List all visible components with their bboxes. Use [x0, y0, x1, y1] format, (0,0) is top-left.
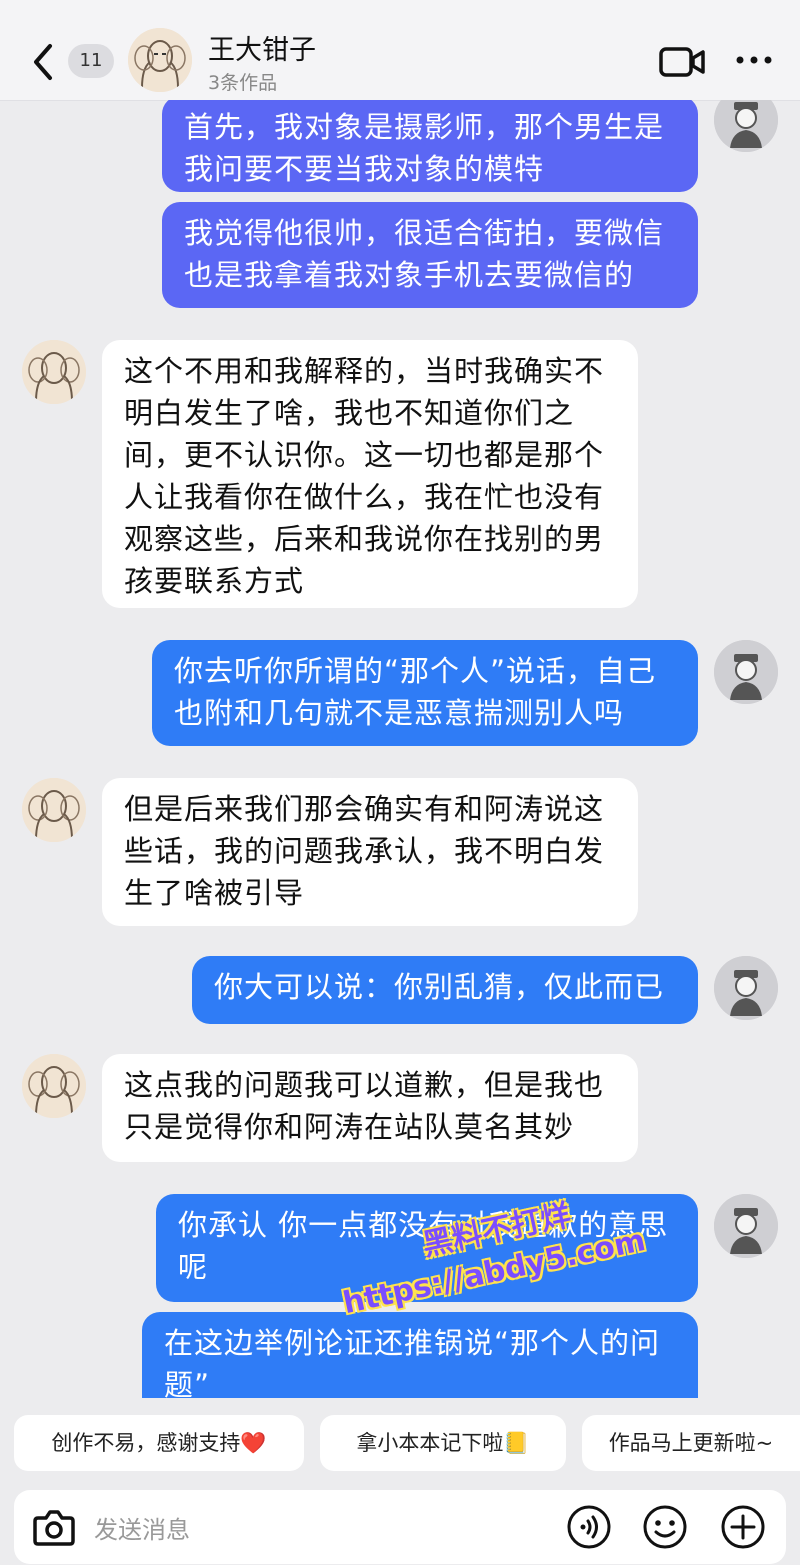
sketch-avatar-icon	[22, 1054, 86, 1118]
message-list[interactable]: 首先，我对象是摄影师，那个男生是 我问要不要当我对象的模特 我觉得他很帅，很适合…	[0, 100, 800, 1398]
message-line: 间，更不认识你。这一切也都是那个	[124, 438, 605, 472]
uniform-person-avatar-icon	[714, 100, 778, 152]
incoming-message[interactable]: 但是后来我们那会确实有和阿涛说这 些话，我的问题我承认，我不明白发 生了啥被引导	[102, 778, 638, 926]
contact-avatar-small[interactable]	[22, 1054, 86, 1118]
my-avatar[interactable]	[714, 100, 778, 152]
outgoing-message[interactable]: 你去听你所谓的“那个人”说话，自己 也附和几句就不是恶意揣测别人吗	[152, 640, 698, 746]
message-line: 呢	[178, 1250, 209, 1284]
sketch-avatar-icon	[22, 778, 86, 842]
sketch-avatar-icon	[128, 28, 192, 92]
outgoing-message[interactable]: 你承认 你一点都没有对我道歉的意思 呢	[156, 1194, 698, 1302]
message-line: 观察这些，后来和我说你在找别的男	[124, 522, 605, 556]
outgoing-message[interactable]: 我觉得他很帅，很适合街拍，要微信 也是我拿着我对象手机去要微信的	[162, 202, 698, 308]
message-line: 孩要联系方式	[124, 564, 305, 598]
message-line: 但是后来我们那会确实有和阿涛说这	[124, 792, 605, 826]
emoji-button[interactable]	[642, 1504, 688, 1550]
contact-name[interactable]: 王大钳子	[208, 28, 316, 67]
quick-reply-1[interactable]: 创作不易，感谢支持❤️	[14, 1415, 304, 1471]
message-line: 我问要不要当我对象的模特	[184, 152, 545, 186]
quick-reply-2[interactable]: 拿小本本记下啦📒	[320, 1415, 566, 1471]
video-call-icon	[659, 47, 705, 77]
message-line: 人让我看你在做什么，我在忙也没有	[124, 480, 605, 514]
outgoing-message[interactable]: 首先，我对象是摄影师，那个男生是 我问要不要当我对象的模特	[162, 100, 698, 192]
voice-icon	[567, 1505, 611, 1549]
message-line: 我觉得他很帅，很适合街拍，要微信	[184, 216, 665, 250]
message-input-bar: 发送消息	[14, 1490, 786, 1564]
emoji-icon	[643, 1505, 687, 1549]
add-button[interactable]	[720, 1504, 766, 1550]
more-button[interactable]	[734, 50, 774, 70]
chat-header: 11 王大钳子 3条作品	[0, 0, 800, 101]
back-arrow-icon	[34, 44, 52, 80]
incoming-message[interactable]: 这点我的问题我可以道歉，但是我也 只是觉得你和阿涛在站队莫名其妙	[102, 1054, 638, 1162]
uniform-person-avatar-icon	[714, 956, 778, 1020]
message-input[interactable]: 发送消息	[94, 1510, 190, 1545]
message-line: 生了啥被引导	[124, 876, 305, 910]
message-line: 也附和几句就不是恶意揣测别人吗	[174, 696, 625, 730]
message-line: 题”	[164, 1368, 211, 1398]
uniform-person-avatar-icon	[714, 1194, 778, 1258]
message-line: 些话，我的问题我承认，我不明白发	[124, 834, 605, 868]
incoming-message[interactable]: 这个不用和我解释的，当时我确实不 明白发生了啥，我也不知道你们之 间，更不认识你…	[102, 340, 638, 608]
message-line: 只是觉得你和阿涛在站队莫名其妙	[124, 1110, 575, 1144]
outgoing-message[interactable]: 在这边举例论证还推锅说“那个人的问 题”	[142, 1312, 698, 1398]
sketch-avatar-icon	[22, 340, 86, 404]
my-avatar[interactable]	[714, 1194, 778, 1258]
message-line: 这点我的问题我可以道歉，但是我也	[124, 1068, 605, 1102]
contact-works-count: 3条作品	[208, 72, 278, 94]
back-button[interactable]	[26, 40, 60, 84]
video-call-button[interactable]	[658, 44, 706, 80]
voice-button[interactable]	[566, 1504, 612, 1550]
message-line: 你去听你所谓的“那个人”说话，自己	[174, 654, 657, 688]
message-line: 这个不用和我解释的，当时我确实不	[124, 354, 605, 388]
uniform-person-avatar-icon	[714, 640, 778, 704]
contact-avatar-small[interactable]	[22, 340, 86, 404]
message-line: 你大可以说：你别乱猜，仅此而已	[214, 970, 665, 1004]
my-avatar[interactable]	[714, 640, 778, 704]
message-line: 在这边举例论证还推锅说“那个人的问	[164, 1326, 661, 1360]
my-avatar[interactable]	[714, 956, 778, 1020]
message-line: 你承认 你一点都没有对我道歉的意思	[178, 1208, 669, 1242]
more-icon	[736, 56, 772, 64]
contact-avatar[interactable]	[128, 28, 192, 92]
unread-count-badge: 11	[68, 44, 114, 78]
contact-avatar-small[interactable]	[22, 778, 86, 842]
message-line: 首先，我对象是摄影师，那个男生是	[184, 110, 665, 144]
message-line: 也是我拿着我对象手机去要微信的	[184, 258, 635, 292]
camera-button[interactable]	[32, 1506, 76, 1548]
quick-reply-3[interactable]: 作品马上更新啦~	[582, 1415, 800, 1471]
outgoing-message[interactable]: 你大可以说：你别乱猜，仅此而已	[192, 956, 698, 1024]
message-line: 明白发生了啥，我也不知道你们之	[124, 396, 575, 430]
plus-icon	[721, 1505, 765, 1549]
camera-icon	[33, 1510, 75, 1546]
